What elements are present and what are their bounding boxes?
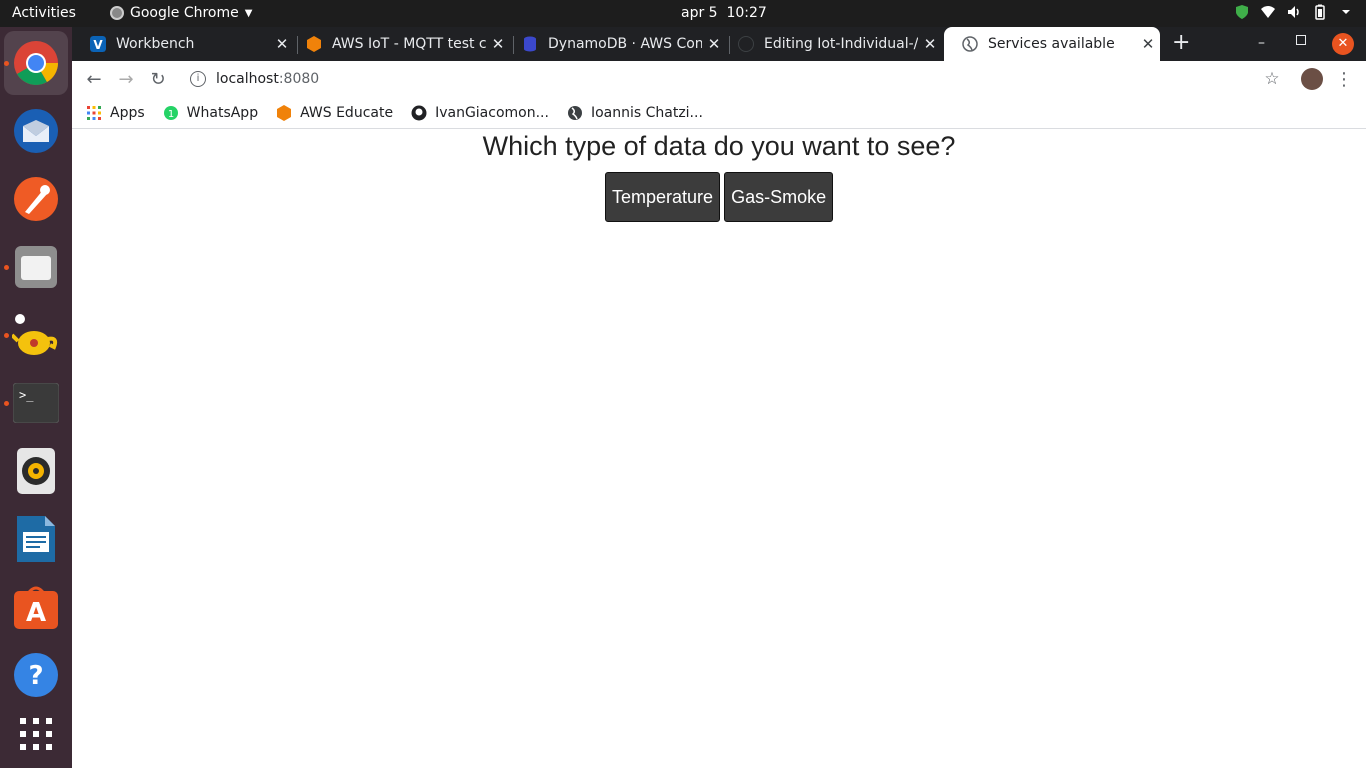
restore-icon[interactable] xyxy=(1296,35,1306,45)
running-indicator xyxy=(4,61,9,66)
postman-icon xyxy=(14,177,58,221)
app-menu-label: Google Chrome xyxy=(130,5,239,21)
terminal-icon: >_ xyxy=(13,383,59,423)
new-tab-icon[interactable]: + xyxy=(1172,32,1190,54)
dock-files[interactable] xyxy=(12,243,60,291)
tab-title: AWS IoT - MQTT test cl xyxy=(332,36,486,52)
aws-cube-favicon-icon xyxy=(307,36,321,52)
apps-grid-icon xyxy=(20,718,52,750)
globe-icon xyxy=(567,105,582,120)
gas-smoke-button[interactable]: Gas-Smoke xyxy=(724,172,834,222)
help-icon: ? xyxy=(14,653,58,697)
profile-avatar[interactable] xyxy=(1301,68,1323,90)
caret-down-icon: ▼ xyxy=(244,7,253,19)
workbench-favicon-icon: V xyxy=(90,36,106,52)
bookmark-label: IvanGiacomon... xyxy=(435,104,549,121)
thunderbird-icon xyxy=(14,109,58,153)
bookmark-label: WhatsApp xyxy=(186,104,259,121)
activities-button[interactable]: Activities xyxy=(12,5,76,21)
rhythmbox-icon xyxy=(17,448,55,494)
bookmark-label: Apps xyxy=(110,104,145,121)
dock-thunderbird[interactable] xyxy=(12,107,60,155)
running-indicator xyxy=(4,401,9,406)
tab-strip: V Workbench ✕ AWS IoT - MQTT test cl ✕ D… xyxy=(72,27,1366,61)
svg-text:A: A xyxy=(26,598,46,628)
running-indicator xyxy=(4,265,9,270)
tab-title: DynamoDB · AWS Con xyxy=(548,36,702,52)
battery-icon xyxy=(1315,4,1325,20)
system-top-bar: Activities Google Chrome ▼ apr 5 10:27 xyxy=(0,0,1366,27)
window-close-icon[interactable]: ✕ xyxy=(1332,33,1354,55)
volume-icon xyxy=(1288,6,1299,18)
tab-workbench[interactable]: V Workbench ✕ xyxy=(72,27,294,61)
dock-jupyter[interactable] xyxy=(12,311,60,359)
files-icon xyxy=(15,246,57,288)
browser-toolbar: ← → ↻ i localhost:8080 ☆ ⋮ xyxy=(72,61,1366,97)
github-icon xyxy=(411,105,427,120)
dock-terminal[interactable]: >_ xyxy=(12,379,60,427)
shield-icon xyxy=(1236,5,1248,19)
bookmark-apps[interactable]: Apps xyxy=(86,105,145,121)
tab-dynamodb[interactable]: DynamoDB · AWS Con ✕ xyxy=(504,27,726,61)
page-content: Which type of data do you want to see? T… xyxy=(72,130,1366,768)
dock-help[interactable]: ? xyxy=(12,651,60,699)
forward-icon[interactable]: → xyxy=(114,67,138,91)
aws-icon xyxy=(277,104,292,121)
writer-icon xyxy=(17,516,55,562)
data-type-buttons: Temperature Gas-Smoke xyxy=(605,172,834,222)
svg-text:?: ? xyxy=(28,661,43,691)
tab-title: Workbench xyxy=(116,36,195,52)
chrome-mini-icon xyxy=(110,6,124,20)
tab-aws-iot[interactable]: AWS IoT - MQTT test cl ✕ xyxy=(288,27,510,61)
system-menu-caret-icon xyxy=(1342,10,1350,14)
clock[interactable]: apr 5 10:27 xyxy=(681,5,767,21)
tab-close-icon[interactable]: ✕ xyxy=(918,35,942,53)
svg-text:>_: >_ xyxy=(19,388,34,402)
wifi-icon xyxy=(1261,6,1275,18)
bookmark-whatsapp[interactable]: 1 WhatsApp xyxy=(163,105,258,121)
dock-writer[interactable] xyxy=(12,515,60,563)
dock-rhythmbox[interactable] xyxy=(12,447,60,495)
url-host: localhost xyxy=(216,71,279,87)
dock-postman[interactable] xyxy=(12,175,60,223)
page-question: Which type of data do you want to see? xyxy=(482,131,956,161)
tab-title: Services available xyxy=(988,36,1115,52)
tab-title: Editing Iot-Individual-/ xyxy=(764,36,918,52)
bookmark-label: AWS Educate xyxy=(300,104,394,121)
bookmarks-bar: Apps 1 WhatsApp AWS Educate IvanGiacomon… xyxy=(72,97,1366,129)
dock-software[interactable]: A xyxy=(12,583,60,631)
apps-icon xyxy=(87,105,101,120)
bookmark-ioannis[interactable]: Ioannis Chatzi... xyxy=(567,105,703,121)
dynamodb-favicon-icon xyxy=(524,36,536,52)
jupyter-icon xyxy=(12,314,58,355)
temperature-button[interactable]: Temperature xyxy=(605,172,721,222)
dock-show-applications[interactable] xyxy=(12,710,60,758)
minimize-icon[interactable]: – xyxy=(1258,35,1265,51)
svg-text:V: V xyxy=(93,38,103,52)
bookmark-star-icon[interactable]: ☆ xyxy=(1260,67,1284,91)
running-indicator xyxy=(4,333,9,338)
software-icon: A xyxy=(14,586,58,629)
tab-close-icon[interactable]: ✕ xyxy=(1136,35,1160,53)
system-tray[interactable] xyxy=(1234,4,1354,20)
kebab-menu-icon[interactable]: ⋮ xyxy=(1332,67,1356,91)
github-favicon-icon xyxy=(738,36,754,52)
bookmark-label: Ioannis Chatzi... xyxy=(590,104,703,121)
back-icon[interactable]: ← xyxy=(82,67,106,91)
svg-text:1: 1 xyxy=(167,109,173,120)
url-port: :8080 xyxy=(278,71,320,87)
address-bar[interactable]: i localhost:8080 xyxy=(180,64,1286,94)
dock: >_ A ? xyxy=(0,27,72,768)
site-info-icon[interactable]: i xyxy=(190,71,206,87)
bookmark-github[interactable]: IvanGiacomon... xyxy=(411,105,549,121)
app-menu[interactable]: Google Chrome ▼ xyxy=(110,5,252,21)
globe-favicon-icon xyxy=(962,36,978,52)
dock-chrome[interactable] xyxy=(4,31,68,95)
tab-services-available[interactable]: Services available ✕ xyxy=(944,27,1160,61)
bookmark-aws-educate[interactable]: AWS Educate xyxy=(276,104,394,121)
reload-icon[interactable]: ↻ xyxy=(146,67,170,91)
whatsapp-icon: 1 xyxy=(163,105,178,120)
tab-github-editing[interactable]: Editing Iot-Individual-/ ✕ xyxy=(720,27,942,61)
chrome-icon xyxy=(14,41,58,85)
